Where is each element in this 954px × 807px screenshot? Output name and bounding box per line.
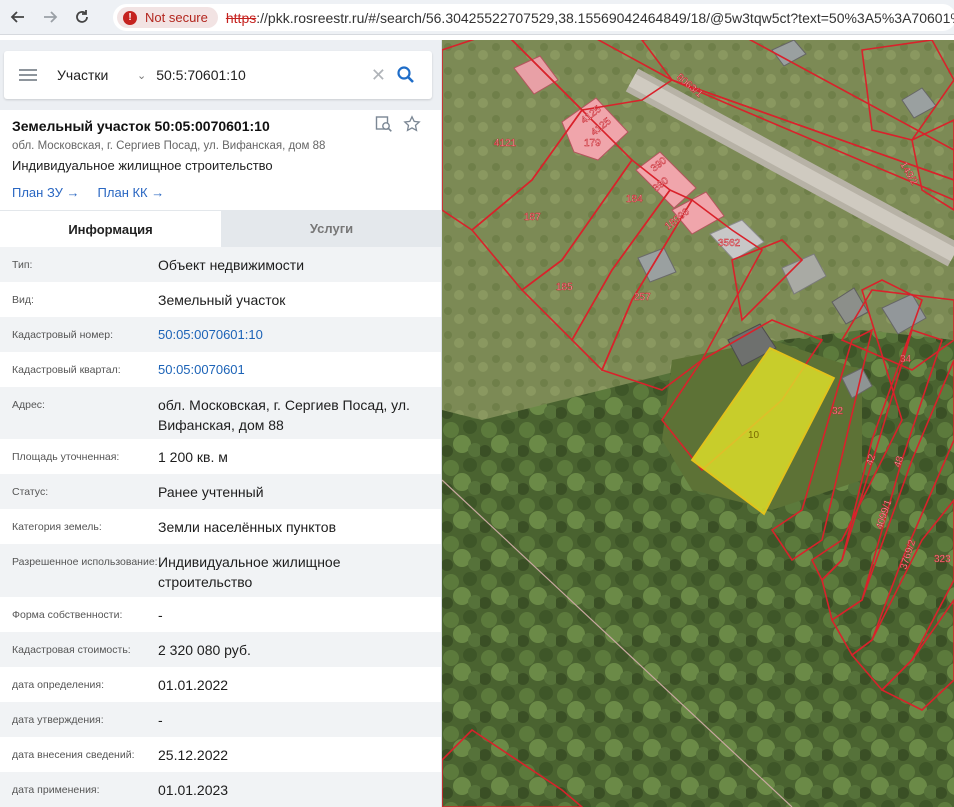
info-row: дата внесения сведений: 25.12.2022 <box>0 737 441 772</box>
info-row: Статус: Ранее учтенный <box>0 474 441 509</box>
info-label: Тип: <box>12 259 33 271</box>
cadastral-map[interactable]: 4125 4125 179 4121 390 390 184 18996 356… <box>442 40 954 807</box>
zoom-to-object-icon[interactable] <box>375 115 393 133</box>
browser-toolbar: ! Not secure https://pkk.rosreestr.ru/#/… <box>0 0 954 35</box>
parcel-label: 3562 <box>718 238 741 249</box>
info-row: Вид: Земельный участок <box>0 282 441 317</box>
info-row: дата применения: 01.01.2023 <box>0 772 441 807</box>
info-label: Форма собственности: <box>12 609 123 621</box>
search-area: Участки ⌄ 50:5:70601:10 ✕ <box>0 40 441 110</box>
info-row: Кадастровый квартал: 50:05:0070601 <box>0 352 441 387</box>
info-label: дата применения: <box>12 784 100 796</box>
url-rest: ://pkk.rosreestr.ru/#/search/56.30425522… <box>256 9 954 26</box>
parcel-label: 187 <box>524 212 541 223</box>
cadastral-quarter-link[interactable]: 50:05:0070601 <box>158 360 428 380</box>
parcel-label: 184 <box>626 194 643 205</box>
info-value: - <box>158 607 163 623</box>
info-row: дата определения: 01.01.2022 <box>0 667 441 702</box>
plan-zu-link[interactable]: План ЗУ → <box>12 185 80 200</box>
info-label: дата определения: <box>12 679 105 691</box>
parcel-label: 185 <box>556 282 573 293</box>
not-secure-badge[interactable]: ! Not secure <box>117 7 218 28</box>
info-value: Земли населённых пунктов <box>158 519 337 535</box>
star-icon[interactable] <box>403 115 421 133</box>
back-icon[interactable] <box>4 3 32 31</box>
info-row: Кадастровый номер: 50:05:0070601:10 <box>0 317 441 352</box>
parcel-label: 257 <box>634 292 651 303</box>
info-value: Объект недвижимости <box>158 257 305 273</box>
plan-kk-link[interactable]: План КК → <box>98 185 165 200</box>
cadastral-number-link[interactable]: 50:05:0070601:10 <box>158 325 428 345</box>
info-label: дата внесения сведений: <box>12 749 135 761</box>
info-label: Площадь уточненная: <box>12 451 120 463</box>
search-icon[interactable] <box>396 65 416 85</box>
chevron-down-icon[interactable]: ⌄ <box>137 69 146 82</box>
menu-icon[interactable] <box>19 66 37 84</box>
info-value: Индивидуальное жилищное строительство <box>158 554 341 590</box>
search-box: Участки ⌄ 50:5:70601:10 ✕ <box>4 51 432 99</box>
info-row: Тип: Объект недвижимости <box>0 247 441 282</box>
info-table: Тип: Объект недвижимости Вид: Земельный уч… <box>0 247 441 807</box>
security-label: Not secure <box>145 10 208 25</box>
info-label: Адрес: <box>12 399 45 411</box>
parcel-label: 323 <box>934 554 951 565</box>
info-row: Форма собственности: - <box>0 597 441 632</box>
panel-tabs: Информация Услуги <box>0 210 441 247</box>
info-value: 25.12.2022 <box>158 747 229 763</box>
parcel-label: 4121 <box>494 138 517 149</box>
info-value: 1 200 кв. м <box>158 449 228 465</box>
info-value: Земельный участок <box>158 292 286 308</box>
parcel-label: 34 <box>900 354 912 365</box>
info-label: Вид: <box>12 294 34 306</box>
parcel-label-selected: 10 <box>748 430 760 441</box>
object-purpose: Индивидуальное жилищное строительство <box>12 158 273 173</box>
info-panel: Участки ⌄ 50:5:70601:10 ✕ Земельный учас… <box>0 40 442 807</box>
info-row: дата утверждения: - <box>0 702 441 737</box>
info-row: Разрешенное использование: Индивидуальное… <box>0 544 441 597</box>
info-row: Адрес: обл. Московская, г. Сергиев Посад,… <box>0 387 441 439</box>
info-value: - <box>158 712 163 728</box>
info-label: Кадастровый квартал: <box>12 364 121 376</box>
info-row: Площадь уточненная: 1 200 кв. м <box>0 439 441 474</box>
map-canvas[interactable]: 4125 4125 179 4121 390 390 184 18996 356… <box>442 40 954 807</box>
info-value: обл. Московская, г. Сергиев Посад, ул. В… <box>158 397 410 433</box>
search-scope-select[interactable]: Участки <box>57 67 137 83</box>
info-label: Кадастровая стоимость: <box>12 644 131 656</box>
address-bar[interactable]: ! Not secure https://pkk.rosreestr.ru/#/… <box>113 4 954 31</box>
info-label: Категория земель: <box>12 521 102 533</box>
reload-icon[interactable] <box>68 3 96 31</box>
url-scheme: https <box>225 9 257 26</box>
info-label: Разрешенное использование: <box>12 556 158 568</box>
tab-info[interactable]: Информация <box>0 210 221 247</box>
info-label: дата утверждения: <box>12 714 104 726</box>
info-row: Кадастровая стоимость: 2 320 080 руб. <box>0 632 441 667</box>
parcel-label: 32 <box>832 406 844 417</box>
url-text[interactable]: https://pkk.rosreestr.ru/#/search/56.304… <box>226 10 954 26</box>
object-tools <box>365 115 421 133</box>
search-input[interactable]: 50:5:70601:10 <box>156 67 371 83</box>
object-address: обл. Московская, г. Сергиев Посад, ул. В… <box>12 140 326 152</box>
info-value: 01.01.2023 <box>158 782 229 798</box>
forward-icon[interactable] <box>36 3 64 31</box>
plan-links: План ЗУ → План КК → <box>12 185 430 200</box>
info-value: 2 320 080 руб. <box>158 642 251 658</box>
info-label: Статус: <box>12 486 49 498</box>
info-value: 01.01.2022 <box>158 677 229 693</box>
warning-icon: ! <box>123 10 137 25</box>
clear-icon[interactable]: ✕ <box>371 65 386 86</box>
tab-services[interactable]: Услуги <box>221 210 441 247</box>
info-value: Ранее учтенный <box>158 484 264 500</box>
parcel-label: 179 <box>584 138 601 149</box>
info-row: Категория земель: Земли населённых пункто… <box>0 509 441 544</box>
info-label: Кадастровый номер: <box>12 329 114 341</box>
